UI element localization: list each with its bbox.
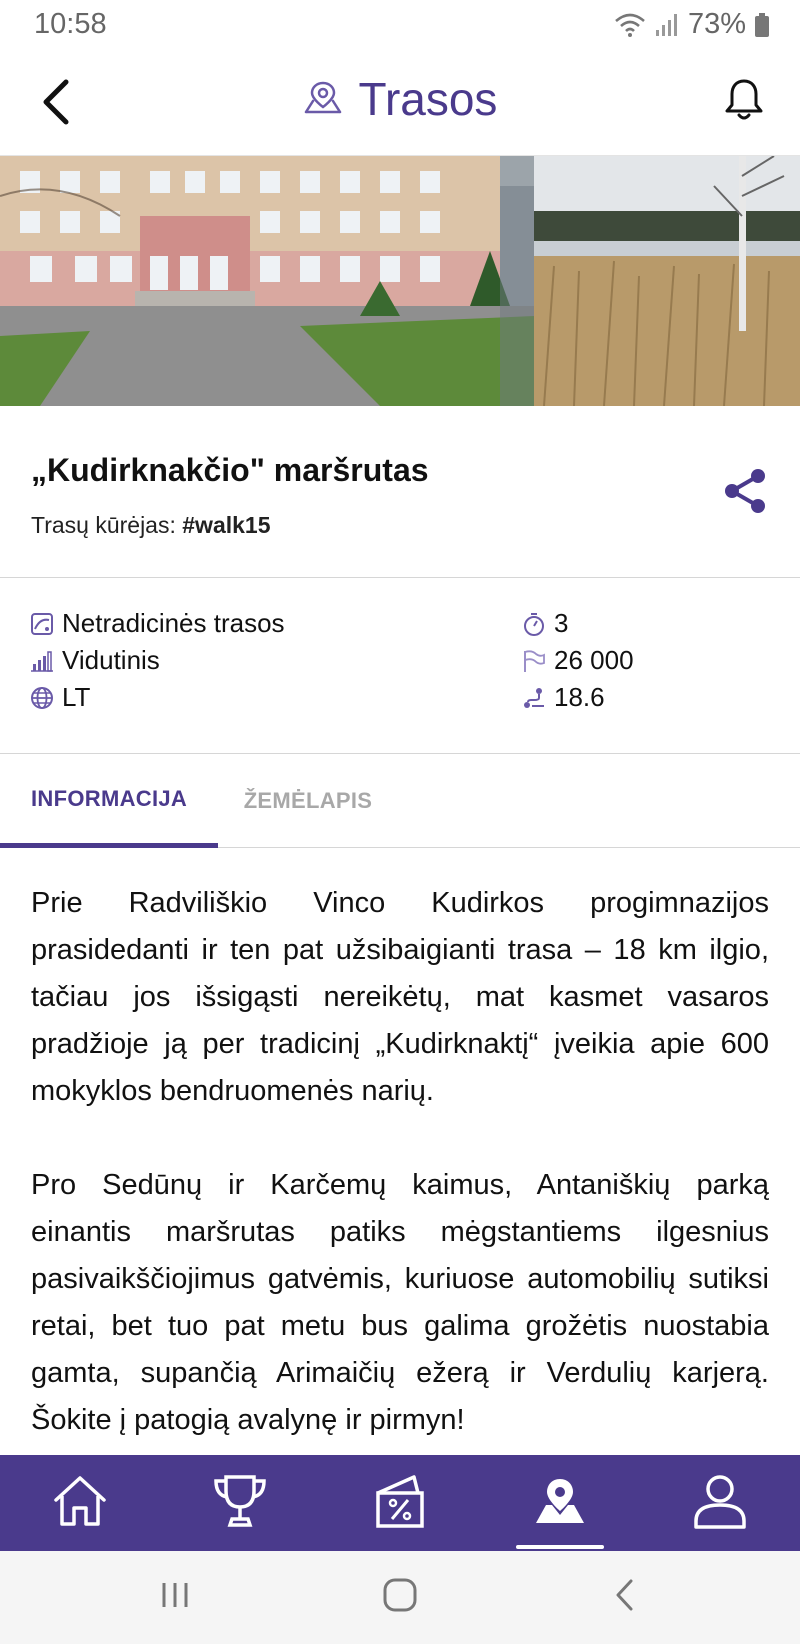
map-pin-icon (532, 1475, 588, 1532)
battery-text: 73% (687, 8, 746, 40)
description-paragraph: Pro Sedūnų ir Karčemų kaimus, Antaniškių… (31, 1169, 769, 1436)
globe-icon (30, 686, 54, 710)
header-title-text: Trasos (358, 73, 498, 125)
nav-profile[interactable] (640, 1455, 800, 1551)
hero-gallery[interactable] (0, 156, 800, 406)
stat-language: LT (30, 682, 90, 713)
nav-routes[interactable] (480, 1455, 640, 1551)
system-back-button[interactable] (565, 1551, 685, 1644)
stat-duration-text: 3 (554, 608, 569, 638)
page-title: Trasos (0, 72, 800, 126)
route-title: „Kudirknakčio" maršrutas (31, 452, 429, 488)
route-author-name[interactable]: #walk15 (182, 512, 270, 538)
wifi-icon (614, 12, 646, 38)
recent-apps-icon (158, 1580, 192, 1615)
tab-information[interactable]: INFORMACIJA (0, 754, 218, 848)
map-pin-icon (303, 79, 343, 120)
nav-challenges[interactable] (160, 1455, 320, 1551)
home-system-button[interactable] (340, 1551, 460, 1644)
stat-route-type: Netradicinės trasos (30, 608, 285, 639)
system-navigation-bar (0, 1551, 800, 1644)
back-icon (613, 1578, 637, 1617)
stat-difficulty: Vidutinis (30, 645, 160, 676)
signal-icon (654, 12, 680, 38)
stat-distance: 18.6 (522, 682, 605, 713)
home-circle-icon (382, 1577, 418, 1618)
recent-apps-button[interactable] (115, 1551, 235, 1644)
trophy-icon (212, 1473, 268, 1534)
status-indicators: 73% (614, 8, 770, 41)
profile-icon (693, 1473, 747, 1534)
bottom-nav (0, 1455, 800, 1551)
route-author-label: Trasų kūrėjas: (31, 512, 183, 538)
app-header: Trasos (0, 52, 800, 156)
route-type-icon (30, 612, 54, 636)
bell-icon (724, 77, 764, 128)
stat-steps-text: 26 000 (554, 645, 634, 675)
stat-route-type-text: Netradicinės trasos (62, 608, 285, 638)
tab-map[interactable]: ŽEMĖLAPIS (218, 754, 398, 848)
discount-tag-icon (374, 1473, 426, 1534)
notifications-button[interactable] (718, 74, 770, 130)
route-description: Prie Radviliškio Vinco Kudirkos progimna… (31, 880, 769, 1444)
distance-icon (522, 686, 546, 710)
route-header: „Kudirknakčio" maršrutas Trasų kūrėjas: … (0, 406, 800, 578)
home-icon (52, 1474, 108, 1533)
content-tabs: INFORMACIJA ŽEMĖLAPIS (0, 754, 800, 848)
nav-home[interactable] (0, 1455, 160, 1551)
share-button[interactable] (720, 466, 770, 516)
stat-distance-text: 18.6 (554, 682, 605, 712)
stat-duration: 3 (522, 608, 568, 639)
stat-language-text: LT (62, 682, 91, 712)
stat-steps: 26 000 (522, 645, 634, 676)
timer-icon (522, 612, 546, 636)
steps-flag-icon (522, 649, 546, 673)
difficulty-icon (30, 649, 54, 673)
lake-reeds-photo (534, 156, 800, 406)
battery-icon (754, 12, 770, 38)
route-stats: Netradicinės trasos Vidutinis LT 3 26 00… (0, 578, 800, 754)
nav-discounts[interactable] (320, 1455, 480, 1551)
route-author: Trasų kūrėjas: #walk15 (31, 512, 271, 539)
status-time: 10:58 (34, 8, 107, 40)
school-building-photo (0, 156, 534, 406)
description-paragraph: Prie Radviliškio Vinco Kudirkos progimna… (31, 887, 769, 1107)
stat-difficulty-text: Vidutinis (62, 645, 160, 675)
active-tab-indicator (516, 1545, 604, 1549)
share-icon (720, 469, 770, 520)
status-bar: 10:58 73% (0, 0, 800, 52)
